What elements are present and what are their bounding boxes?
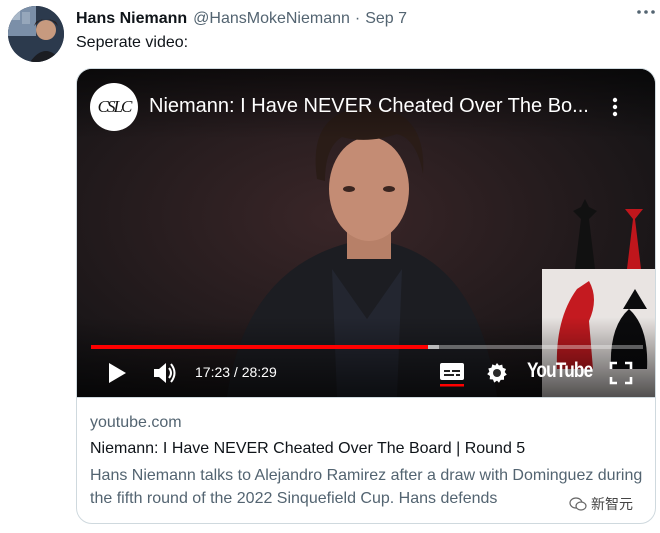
separator: · <box>354 10 361 27</box>
channel-logo[interactable]: CSLC <box>90 83 138 131</box>
watermark: 新智元 <box>565 494 637 514</box>
video-player[interactable]: CSLC Niemann: I Have NEVER Cheated Over … <box>77 69 655 397</box>
avatar[interactable] <box>8 6 64 62</box>
wechat-icon <box>569 497 587 511</box>
more-options-icon[interactable] <box>636 4 656 20</box>
progress-played <box>91 345 428 349</box>
youtube-logo[interactable]: YouTube <box>527 359 593 383</box>
tweet-header: Hans Niemann @HansMokeNiemann · Sep 7 <box>76 8 650 30</box>
video-time: 17:23 / 28:29 <box>195 364 277 380</box>
card-title: Niemann: I Have NEVER Cheated Over The B… <box>90 440 526 457</box>
card-domain: youtube.com <box>90 414 182 431</box>
tweet-text: Seperate video: <box>76 34 189 51</box>
video-more-icon[interactable] <box>605 95 625 119</box>
fullscreen-icon[interactable] <box>609 361 633 390</box>
channel-logo-text: CSLC <box>97 97 133 116</box>
card-description: Hans Niemann talks to Alejandro Ramirez … <box>90 467 643 507</box>
play-icon[interactable] <box>107 362 127 389</box>
watermark-text: 新智元 <box>591 496 633 512</box>
settings-gear-icon[interactable] <box>485 361 509 390</box>
author-handle[interactable]: @HansMokeNiemann <box>193 10 350 28</box>
link-card[interactable]: CSLC Niemann: I Have NEVER Cheated Over … <box>76 68 656 524</box>
video-title[interactable]: Niemann: I Have NEVER Cheated Over The B… <box>149 95 589 118</box>
volume-icon[interactable] <box>153 361 179 390</box>
author-name[interactable]: Hans Niemann <box>76 10 187 28</box>
progress-bar[interactable] <box>91 345 643 349</box>
tweet-date[interactable]: Sep 7 <box>365 10 407 28</box>
subtitles-icon[interactable] <box>439 361 465 392</box>
